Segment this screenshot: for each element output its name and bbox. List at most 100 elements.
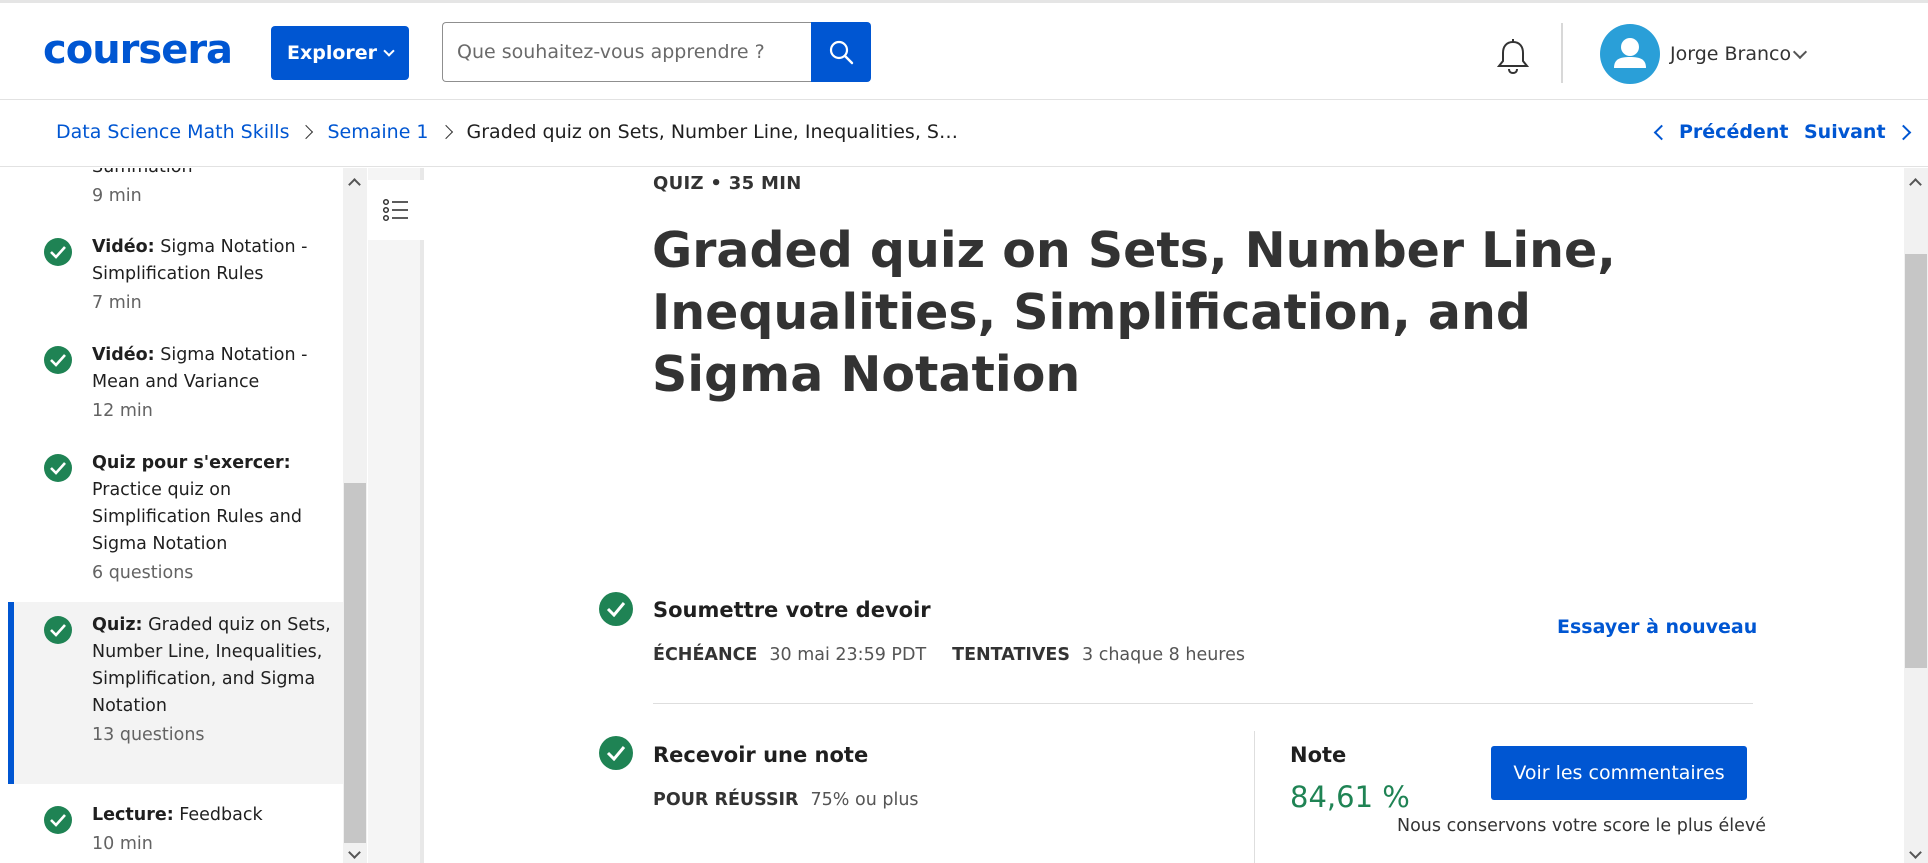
- keep-score-note: Nous conservons votre score le plus élev…: [1397, 816, 1767, 836]
- header: coursera Explorer Que souhaitez-vous app…: [0, 3, 1928, 100]
- grade-complete-check-icon: [599, 736, 633, 770]
- main-content: QUIZ • 35 MIN Graded quiz on Sets, Numbe…: [428, 168, 1898, 863]
- list-item[interactable]: Vidéo: Sigma Notation - Mean and Varianc…: [8, 334, 343, 434]
- list-item[interactable]: Summation 9 min: [8, 168, 343, 206]
- grade-divider: [1254, 731, 1255, 863]
- view-feedback-button[interactable]: Voir les commentaires: [1491, 746, 1747, 800]
- item-title: Quiz pour s'exercer: Practice quiz on Si…: [92, 450, 332, 558]
- item-title: Vidéo: Sigma Notation - Mean and Varianc…: [92, 342, 332, 396]
- scrollbar-thumb[interactable]: [344, 483, 366, 843]
- list-item[interactable]: Quiz pour s'exercer: Practice quiz on Si…: [8, 442, 343, 592]
- explore-button[interactable]: Explorer: [271, 26, 409, 80]
- user-menu-chevron-icon[interactable]: [1792, 44, 1808, 60]
- search-icon: [829, 40, 854, 65]
- item-type: Lecture:: [92, 805, 174, 825]
- chevron-left-icon: [1653, 124, 1670, 140]
- item-text: Quiz pour s'exercer: Practice quiz on Si…: [92, 450, 332, 588]
- user-name[interactable]: Jorge Branco: [1670, 43, 1791, 65]
- notifications-button[interactable]: [1493, 37, 1533, 77]
- breadcrumb-current: Graded quiz on Sets, Number Line, Inequa…: [466, 121, 958, 143]
- item-name: Practice quiz on Simplification Rules an…: [92, 480, 302, 554]
- outline-toggle-button[interactable]: [368, 180, 424, 240]
- previous-label: Précédent: [1679, 121, 1789, 143]
- divider: [653, 703, 1753, 704]
- bell-icon: [1496, 39, 1530, 75]
- item-meta: 12 min: [92, 401, 153, 421]
- previous-button[interactable]: Précédent: [1653, 121, 1789, 143]
- scroll-up-icon[interactable]: [1909, 178, 1922, 191]
- search-field[interactable]: [442, 22, 812, 82]
- item-title: Vidéo: Sigma Notation - Simplification R…: [92, 234, 332, 288]
- completed-check-icon: [44, 806, 72, 834]
- breadcrumb-course-link[interactable]: Data Science Math Skills: [56, 121, 289, 143]
- deadline-key: ÉCHÉANCE: [653, 645, 758, 665]
- item-meta: 9 min: [92, 186, 142, 206]
- page: coursera Explorer Que souhaitez-vous app…: [0, 0, 1928, 863]
- item-meta: 10 min: [92, 834, 153, 854]
- next-label: Suivant: [1804, 121, 1886, 143]
- item-title: Lecture: Feedback: [92, 802, 332, 829]
- next-button[interactable]: Suivant: [1804, 121, 1911, 143]
- item-title: Summation: [92, 168, 332, 181]
- main-scrollbar[interactable]: [1904, 168, 1928, 863]
- chevron-right-icon: [1895, 124, 1911, 140]
- item-title: Quiz: Graded quiz on Sets, Number Line, …: [92, 612, 332, 720]
- scrollbar-thumb[interactable]: [1905, 254, 1927, 668]
- search-input[interactable]: [457, 41, 812, 63]
- coursera-logo[interactable]: coursera: [43, 27, 233, 73]
- list-item[interactable]: Vidéo: Sigma Notation - Simplification R…: [8, 226, 343, 326]
- scroll-down-icon[interactable]: [1909, 846, 1922, 859]
- page-title: Graded quiz on Sets, Number Line, Inequa…: [652, 222, 1616, 403]
- item-type: Quiz pour s'exercer:: [92, 453, 291, 473]
- item-name: Feedback: [173, 805, 263, 825]
- item-text: Quiz: Graded quiz on Sets, Number Line, …: [92, 612, 332, 750]
- completed-check-icon: [44, 346, 72, 374]
- pass-value: 75% ou plus: [810, 790, 919, 810]
- pass-key: POUR RÉUSSIR: [653, 790, 799, 810]
- item-text: Lecture: Feedback 10 min: [92, 802, 332, 859]
- outline-list: Summation 9 min Vidéo: Sigma Notation - …: [0, 168, 343, 863]
- explore-label: Explorer: [286, 42, 378, 64]
- breadcrumb-week-link[interactable]: Semaine 1: [327, 121, 428, 143]
- retry-button[interactable]: Essayer à nouveau: [1557, 616, 1757, 638]
- list-item-active[interactable]: Quiz: Graded quiz on Sets, Number Line, …: [8, 602, 343, 784]
- outline-toggle-column: [368, 168, 424, 863]
- list-icon: [382, 198, 408, 222]
- list-item[interactable]: Lecture: Feedback 10 min: [8, 794, 343, 863]
- item-type: Vidéo:: [92, 345, 155, 365]
- submit-complete-check-icon: [599, 592, 633, 626]
- scroll-up-icon[interactable]: [348, 178, 361, 191]
- item-text: Vidéo: Sigma Notation - Mean and Varianc…: [92, 342, 332, 426]
- chevron-right-icon: [299, 124, 314, 140]
- chevron-down-icon: [383, 45, 395, 57]
- breadcrumb-bar: Data Science Math Skills Semaine 1 Grade…: [0, 101, 1928, 167]
- search-button[interactable]: [811, 22, 871, 82]
- grade-meta: POUR RÉUSSIR 75% ou plus: [653, 790, 945, 810]
- item-meta: 7 min: [92, 293, 142, 313]
- chevron-right-icon: [438, 124, 453, 140]
- user-icon: [1614, 38, 1646, 68]
- attempts-value: 3 chaque 8 heures: [1082, 645, 1246, 665]
- completed-check-icon: [44, 616, 72, 644]
- scroll-down-icon[interactable]: [348, 846, 361, 859]
- breadcrumb: Data Science Math Skills Semaine 1 Grade…: [56, 121, 958, 143]
- submit-meta: ÉCHÉANCE 30 mai 23:59 PDT TENTATIVES 3 c…: [653, 645, 1271, 665]
- note-label: Note: [1290, 743, 1347, 767]
- completed-check-icon: [44, 454, 72, 482]
- grade-title: Recevoir une note: [653, 743, 869, 767]
- item-meta: 13 questions: [92, 725, 205, 745]
- deadline-value: 30 mai 23:59 PDT: [769, 645, 927, 665]
- item-type: Vidéo:: [92, 237, 155, 257]
- submit-title: Soumettre votre devoir: [653, 598, 931, 622]
- completed-check-icon: [44, 238, 72, 266]
- quiz-label: QUIZ • 35 MIN: [653, 173, 802, 194]
- sidebar-scrollbar[interactable]: [343, 168, 367, 863]
- course-outline-sidebar: Summation 9 min Vidéo: Sigma Notation - …: [0, 168, 367, 863]
- header-divider: [1561, 23, 1563, 83]
- item-type: Quiz:: [92, 615, 143, 635]
- attempts-key: TENTATIVES: [952, 645, 1070, 665]
- note-value: 84,61 %: [1290, 780, 1410, 814]
- avatar[interactable]: [1600, 24, 1660, 84]
- item-text: Vidéo: Sigma Notation - Simplification R…: [92, 234, 332, 318]
- item-meta: 6 questions: [92, 563, 194, 583]
